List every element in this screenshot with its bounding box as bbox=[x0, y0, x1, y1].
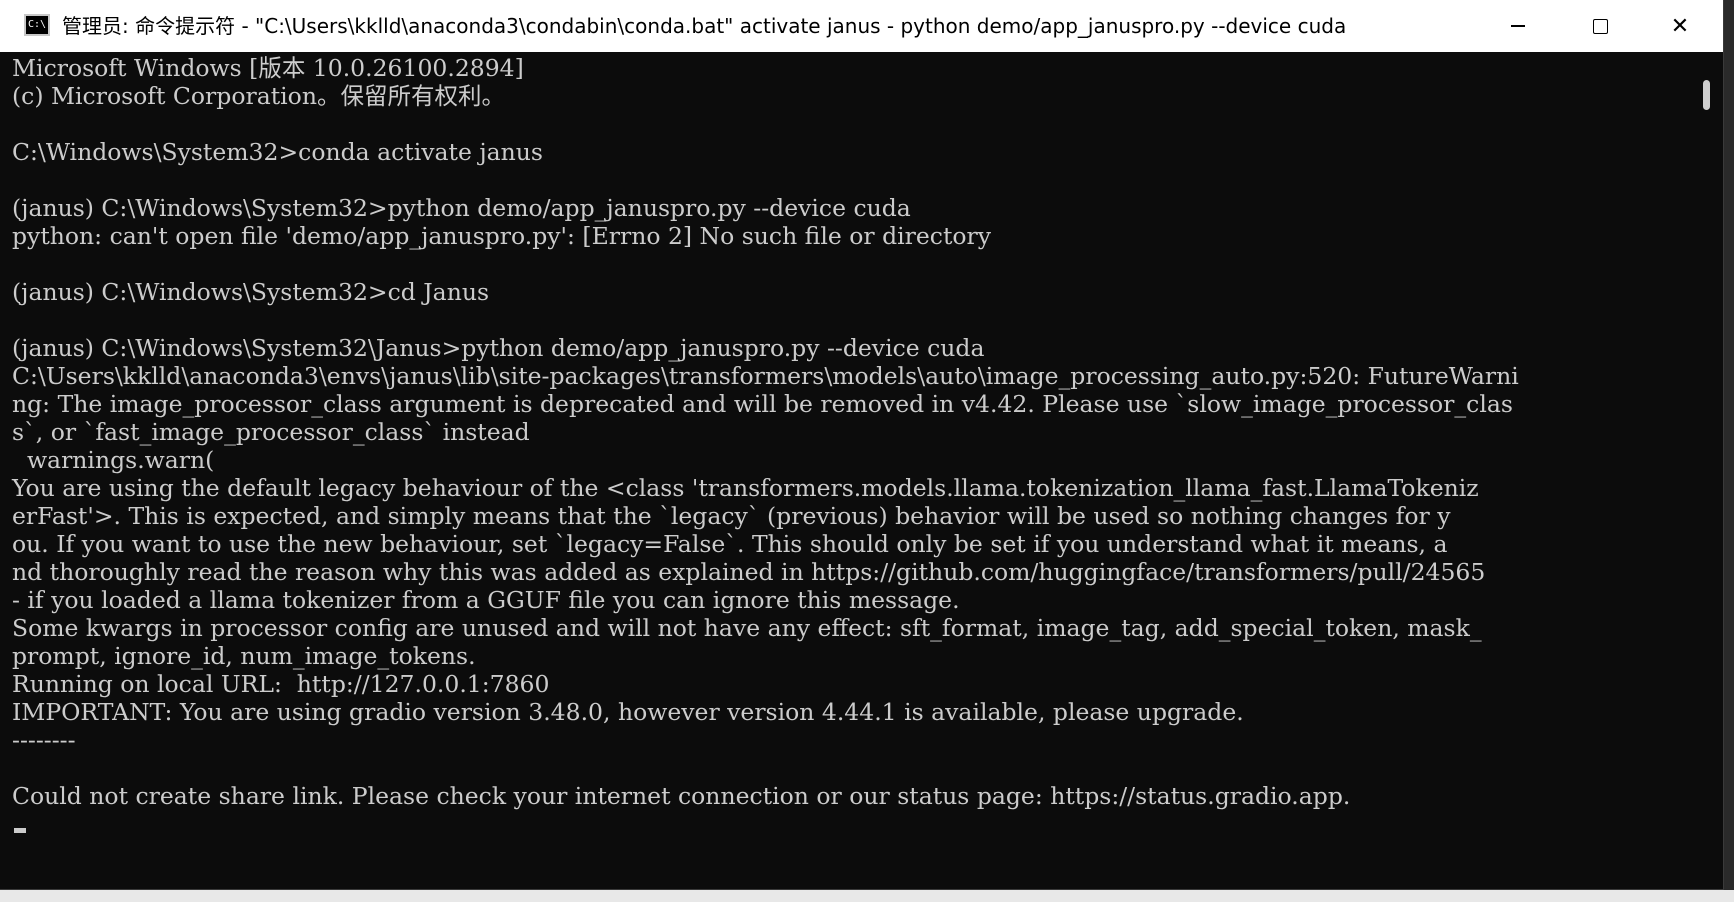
console-line: Some kwargs in processor config are unus… bbox=[12, 614, 1482, 642]
console-line: ou. If you want to use the new behaviour… bbox=[12, 530, 1448, 558]
console-line: prompt, ignore_id, num_image_tokens. bbox=[12, 642, 476, 670]
console-line: (c) Microsoft Corporation。保留所有权利。 bbox=[12, 82, 505, 110]
console-output[interactable]: Microsoft Windows [版本 10.0.26100.2894] (c… bbox=[0, 52, 1700, 888]
terminal-window: C:\ 管理员: 命令提示符 - "C:\Users\kklld\anacond… bbox=[0, 0, 1724, 890]
console-line: (janus) C:\Windows\System32\Janus>python… bbox=[12, 334, 985, 362]
console-line: warnings.warn( bbox=[12, 446, 215, 474]
maximize-icon bbox=[1592, 18, 1608, 34]
cmd-icon-label: C:\ bbox=[28, 19, 47, 30]
window-title: 管理员: 命令提示符 - "C:\Users\kklld\anaconda3\c… bbox=[62, 14, 1347, 38]
console-line: Could not create share link. Please chec… bbox=[12, 782, 1351, 810]
console-line: python: can't open file 'demo/app_janusp… bbox=[12, 222, 992, 250]
text-cursor bbox=[14, 828, 26, 833]
maximize-button[interactable] bbox=[1560, 0, 1640, 52]
console-line: erFast'>. This is expected, and simply m… bbox=[12, 502, 1451, 530]
console-line: -------- bbox=[12, 726, 76, 754]
console-line: - if you loaded a llama tokenizer from a… bbox=[12, 586, 960, 614]
console-line: Microsoft Windows [版本 10.0.26100.2894] bbox=[12, 54, 524, 82]
close-button[interactable]: ✕ bbox=[1640, 0, 1720, 52]
console-line: ng: The image_processor_class argument i… bbox=[12, 390, 1513, 418]
close-icon: ✕ bbox=[1670, 13, 1690, 39]
console-line: s`, or `fast_image_processor_class` inst… bbox=[12, 418, 530, 446]
console-line: C:\Windows\System32>conda activate janus bbox=[12, 138, 543, 166]
minimize-icon bbox=[1511, 25, 1525, 27]
desktop-edge-bottom bbox=[0, 890, 1734, 902]
cmd-app-icon[interactable]: C:\ bbox=[24, 14, 50, 36]
console-line: IMPORTANT: You are using gradio version … bbox=[12, 698, 1244, 726]
scrollbar-thumb[interactable] bbox=[1703, 80, 1710, 110]
minimize-button[interactable] bbox=[1478, 0, 1558, 52]
console-text: Microsoft Windows [版本 10.0.26100.2894] (c… bbox=[12, 54, 1519, 810]
console-line: C:\Users\kklld\anaconda3\envs\janus\lib\… bbox=[12, 362, 1519, 390]
console-line: (janus) C:\Windows\System32>cd Janus bbox=[12, 278, 490, 306]
console-line: You are using the default legacy behavio… bbox=[12, 474, 1479, 502]
console-line: nd thoroughly read the reason why this w… bbox=[12, 558, 1486, 586]
desktop-edge-right bbox=[1724, 0, 1734, 902]
console-line: Running on local URL: http://127.0.0.1:7… bbox=[12, 670, 550, 698]
vertical-scrollbar[interactable] bbox=[1692, 52, 1722, 888]
title-bar[interactable]: C:\ 管理员: 命令提示符 - "C:\Users\kklld\anacond… bbox=[0, 0, 1723, 52]
console-line: (janus) C:\Windows\System32>python demo/… bbox=[12, 194, 911, 222]
